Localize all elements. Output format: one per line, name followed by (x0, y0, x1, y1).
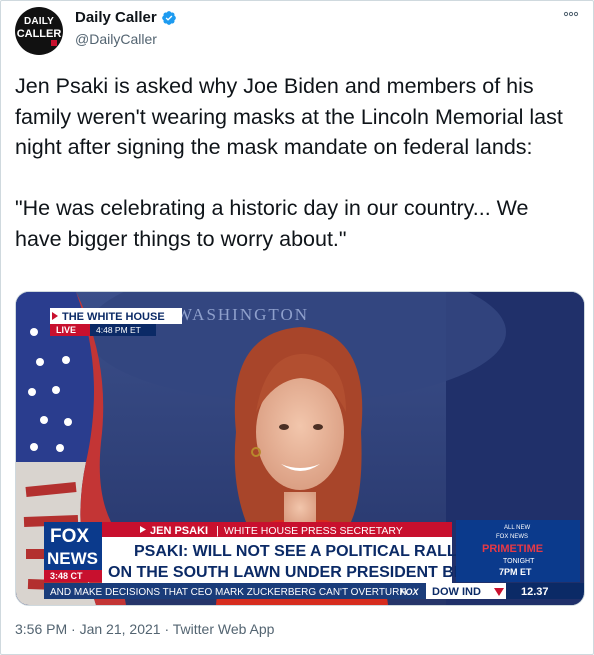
live-label: LIVE (56, 325, 76, 335)
logo-bottom: NEWS (47, 549, 98, 568)
ticker-text: AND MAKE DECISIONS THAT CEO MARK ZUCKERB… (50, 587, 407, 598)
lower-third-name: JEN PSAKI (150, 525, 208, 537)
meta-separator: · (67, 621, 80, 637)
headline-line2: ON THE SOUTH LAWN UNDER PRESIDENT BIDEN (108, 564, 492, 581)
tweet-media[interactable]: WASHINGTON THE WHITE HOUSE LIVE 4:48 PM … (15, 291, 585, 606)
market-label: DOW IND (432, 586, 481, 598)
account-handle[interactable]: @DailyCaller (75, 31, 157, 47)
backdrop-text: WASHINGTON (176, 305, 309, 324)
lower-third: JEN PSAKI | WHITE HOUSE PRESS SECRETARY … (102, 522, 492, 583)
account-name-row[interactable]: Daily Caller (75, 9, 177, 26)
location-tag-text: THE WHITE HOUSE (62, 311, 165, 323)
fox-news-logo: FOX NEWS 3:48 CT (44, 522, 102, 582)
more-dots (563, 11, 579, 17)
meta-separator: · (160, 621, 173, 637)
ticker-brand: FOX (400, 587, 419, 597)
verified-badge-icon (161, 10, 176, 25)
tweet-metadata: 3:56 PM · Jan 21, 2021 · Twitter Web App (15, 621, 274, 637)
live-time: 4:48 PM ET (96, 325, 141, 335)
market-value: 12.37 (521, 586, 549, 598)
promo-line1: ALL NEW (504, 525, 530, 531)
logo-top: FOX (50, 526, 89, 547)
tweet-text: Jen Psaki is asked why Joe Biden and mem… (15, 74, 563, 251)
avatar-line2: CALLER (16, 28, 62, 40)
lower-third-title: WHITE HOUSE PRESS SECRETARY (224, 525, 403, 537)
promo-line2: FOX NEWS (496, 534, 528, 540)
primetime-promo: ALL NEW FOX NEWS PRIMETIME TONIGHT 7PM E… (456, 520, 580, 582)
account-name[interactable]: Daily Caller (75, 9, 157, 26)
avatar-accent (51, 40, 57, 46)
tweet-card: DAILY CALLER Daily Caller @DailyCaller J… (0, 0, 594, 655)
avatar-line1: DAILY (23, 16, 55, 27)
tweet-source[interactable]: Twitter Web App (173, 621, 275, 637)
avatar[interactable]: DAILY CALLER (15, 7, 63, 55)
promo-line4: TONIGHT (503, 558, 535, 565)
svg-text:|: | (216, 525, 219, 537)
promo-line3: PRIMETIME (482, 543, 543, 555)
news-ticker: AND MAKE DECISIONS THAT CEO MARK ZUCKERB… (44, 583, 584, 599)
headline-line1: PSAKI: WILL NOT SEE A POLITICAL RALLY (134, 543, 466, 560)
video-frame: WASHINGTON THE WHITE HOUSE LIVE 4:48 PM … (16, 292, 584, 605)
logo-time: 3:48 CT (50, 571, 83, 581)
tweet-time[interactable]: 3:56 PM (15, 621, 67, 637)
promo-line5: 7PM ET (499, 567, 532, 577)
more-options-icon[interactable] (563, 7, 579, 21)
tweet-date[interactable]: Jan 21, 2021 (80, 621, 161, 637)
